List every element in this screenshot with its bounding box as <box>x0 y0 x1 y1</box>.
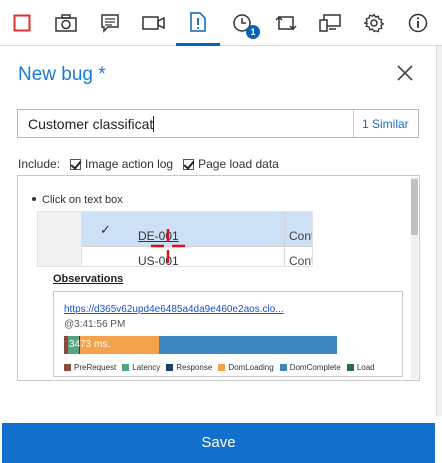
screenshot-column-divider <box>284 212 285 266</box>
notification-badge: 1 <box>246 25 260 39</box>
device-icon <box>319 13 341 32</box>
settings-button[interactable] <box>352 0 396 45</box>
screenshot-row-divider <box>82 246 312 247</box>
video-button[interactable] <box>132 0 176 45</box>
screenshot-selected-row <box>82 212 312 246</box>
checkmark-icon: ✓ <box>100 222 111 237</box>
step-screenshot[interactable]: ✓ DE-001 US-001 Cont Cont <box>37 211 313 267</box>
screenshot-left-column <box>38 212 82 266</box>
legend-label: Latency <box>132 363 161 372</box>
page-load-data-label: Page load data <box>198 157 279 171</box>
bug-title-input[interactable]: Customer classificat 1 Similar <box>17 109 419 138</box>
panel-scrollbar[interactable] <box>411 177 418 379</box>
observation-timestamp: @3:41:56 PM <box>64 319 126 330</box>
video-camera-icon <box>142 15 165 30</box>
include-options: Include: Image action log Page load data <box>18 157 279 171</box>
timeline-button[interactable] <box>220 0 264 45</box>
rotate-icon <box>275 15 297 30</box>
legend-swatch <box>64 364 71 371</box>
legend-item-domcomplete: DomComplete <box>279 363 341 372</box>
page-load-timeline-bar: 3473 ms. <box>64 336 338 354</box>
legend-item-prerequest: PreRequest <box>64 363 116 372</box>
legend-swatch <box>218 364 226 371</box>
step-text: Click on text box <box>42 194 123 206</box>
close-icon <box>397 65 413 81</box>
legend-swatch <box>122 364 130 371</box>
panel-edge <box>436 46 442 416</box>
crosshair-icon <box>151 229 185 263</box>
legend-swatch <box>279 364 287 371</box>
bug-document-icon <box>190 11 206 32</box>
bug-button[interactable] <box>176 0 220 46</box>
image-action-log-label: Image action log <box>85 157 174 171</box>
legend-label: DomLoading <box>228 363 274 372</box>
screenshot-button[interactable] <box>44 0 88 45</box>
include-label: Include: <box>18 157 61 171</box>
observation-url-link[interactable]: https://d365v62upd4e6485a4da9e460e2aos.c… <box>64 304 284 315</box>
legend-swatch <box>166 364 174 371</box>
input-divider <box>353 110 354 137</box>
scrollbar-thumb[interactable] <box>411 179 418 235</box>
legend-label: PreRequest <box>74 363 117 372</box>
page-load-duration: 3473 ms. <box>69 339 111 350</box>
repro-steps-panel[interactable]: Click on text box ✓ DE-001 US-001 Cont C… <box>17 175 420 381</box>
save-button[interactable]: Save <box>2 423 435 463</box>
screenshot-row1-col: Cont <box>289 229 313 243</box>
legend-label: Load <box>356 363 375 372</box>
legend-label: Response <box>176 363 213 372</box>
rotate-button[interactable] <box>264 0 308 45</box>
repro-step: Click on text box <box>32 194 123 206</box>
stop-recording-button[interactable] <box>0 0 44 45</box>
page-title: New bug * <box>18 64 106 85</box>
similar-bugs-link[interactable]: 1 Similar <box>362 117 409 131</box>
bullet-icon <box>32 197 36 201</box>
page-load-data-checkbox[interactable] <box>183 158 195 170</box>
legend-item-latency: Latency <box>122 363 160 372</box>
info-button[interactable] <box>396 0 440 45</box>
bug-title-value: Customer classificat <box>28 116 154 132</box>
gear-icon <box>364 12 384 32</box>
legend-item-response: Response <box>166 363 212 372</box>
legend-label: DomComplete <box>289 363 341 372</box>
legend-item-load: Load <box>346 363 375 372</box>
legend-swatch <box>346 364 354 371</box>
observation-card: https://d365v62upd4e6485a4da9e460e2aos.c… <box>53 291 403 377</box>
screenshot-row2-col: Cont <box>289 254 313 267</box>
page-load-legend: PreRequest Latency Response DomLoading DomCo… <box>64 363 381 372</box>
observations-heading: Observations <box>53 273 124 285</box>
toolbar: 1 <box>0 0 442 46</box>
red-square-icon <box>13 14 31 31</box>
image-action-log-checkbox[interactable] <box>70 158 82 170</box>
note-button[interactable] <box>88 0 132 45</box>
timeline-segment-domcomplete <box>159 336 337 354</box>
info-icon <box>408 13 428 32</box>
text-caret <box>153 116 155 132</box>
close-button[interactable] <box>394 62 416 84</box>
camera-icon <box>55 13 77 32</box>
device-button[interactable] <box>308 0 352 45</box>
legend-item-domloading: DomLoading <box>218 363 274 372</box>
note-icon <box>101 13 119 33</box>
